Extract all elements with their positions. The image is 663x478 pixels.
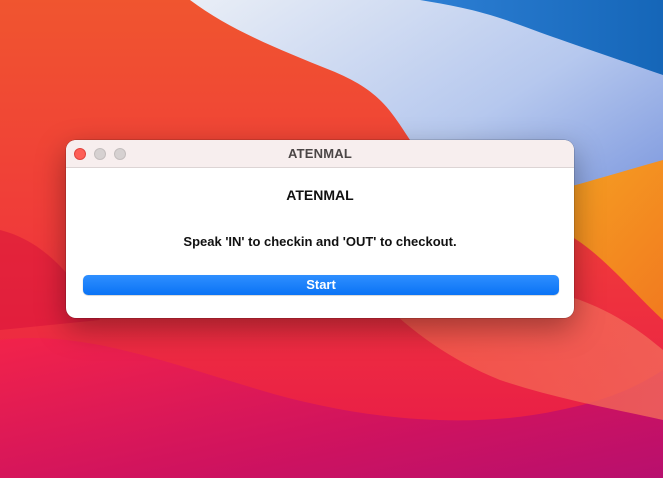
desktop: ATENMAL ATENMAL Speak 'IN' to checkin an… (0, 0, 663, 478)
window-title: ATENMAL (288, 146, 352, 161)
window-titlebar[interactable]: ATENMAL (66, 140, 574, 168)
app-window: ATENMAL ATENMAL Speak 'IN' to checkin an… (66, 140, 574, 318)
instructions-text: Speak 'IN' to checkin and 'OUT' to check… (183, 234, 457, 249)
window-content: ATENMAL Speak 'IN' to checkin and 'OUT' … (66, 168, 574, 318)
app-heading: ATENMAL (286, 187, 354, 203)
start-button[interactable]: Start (83, 275, 559, 295)
